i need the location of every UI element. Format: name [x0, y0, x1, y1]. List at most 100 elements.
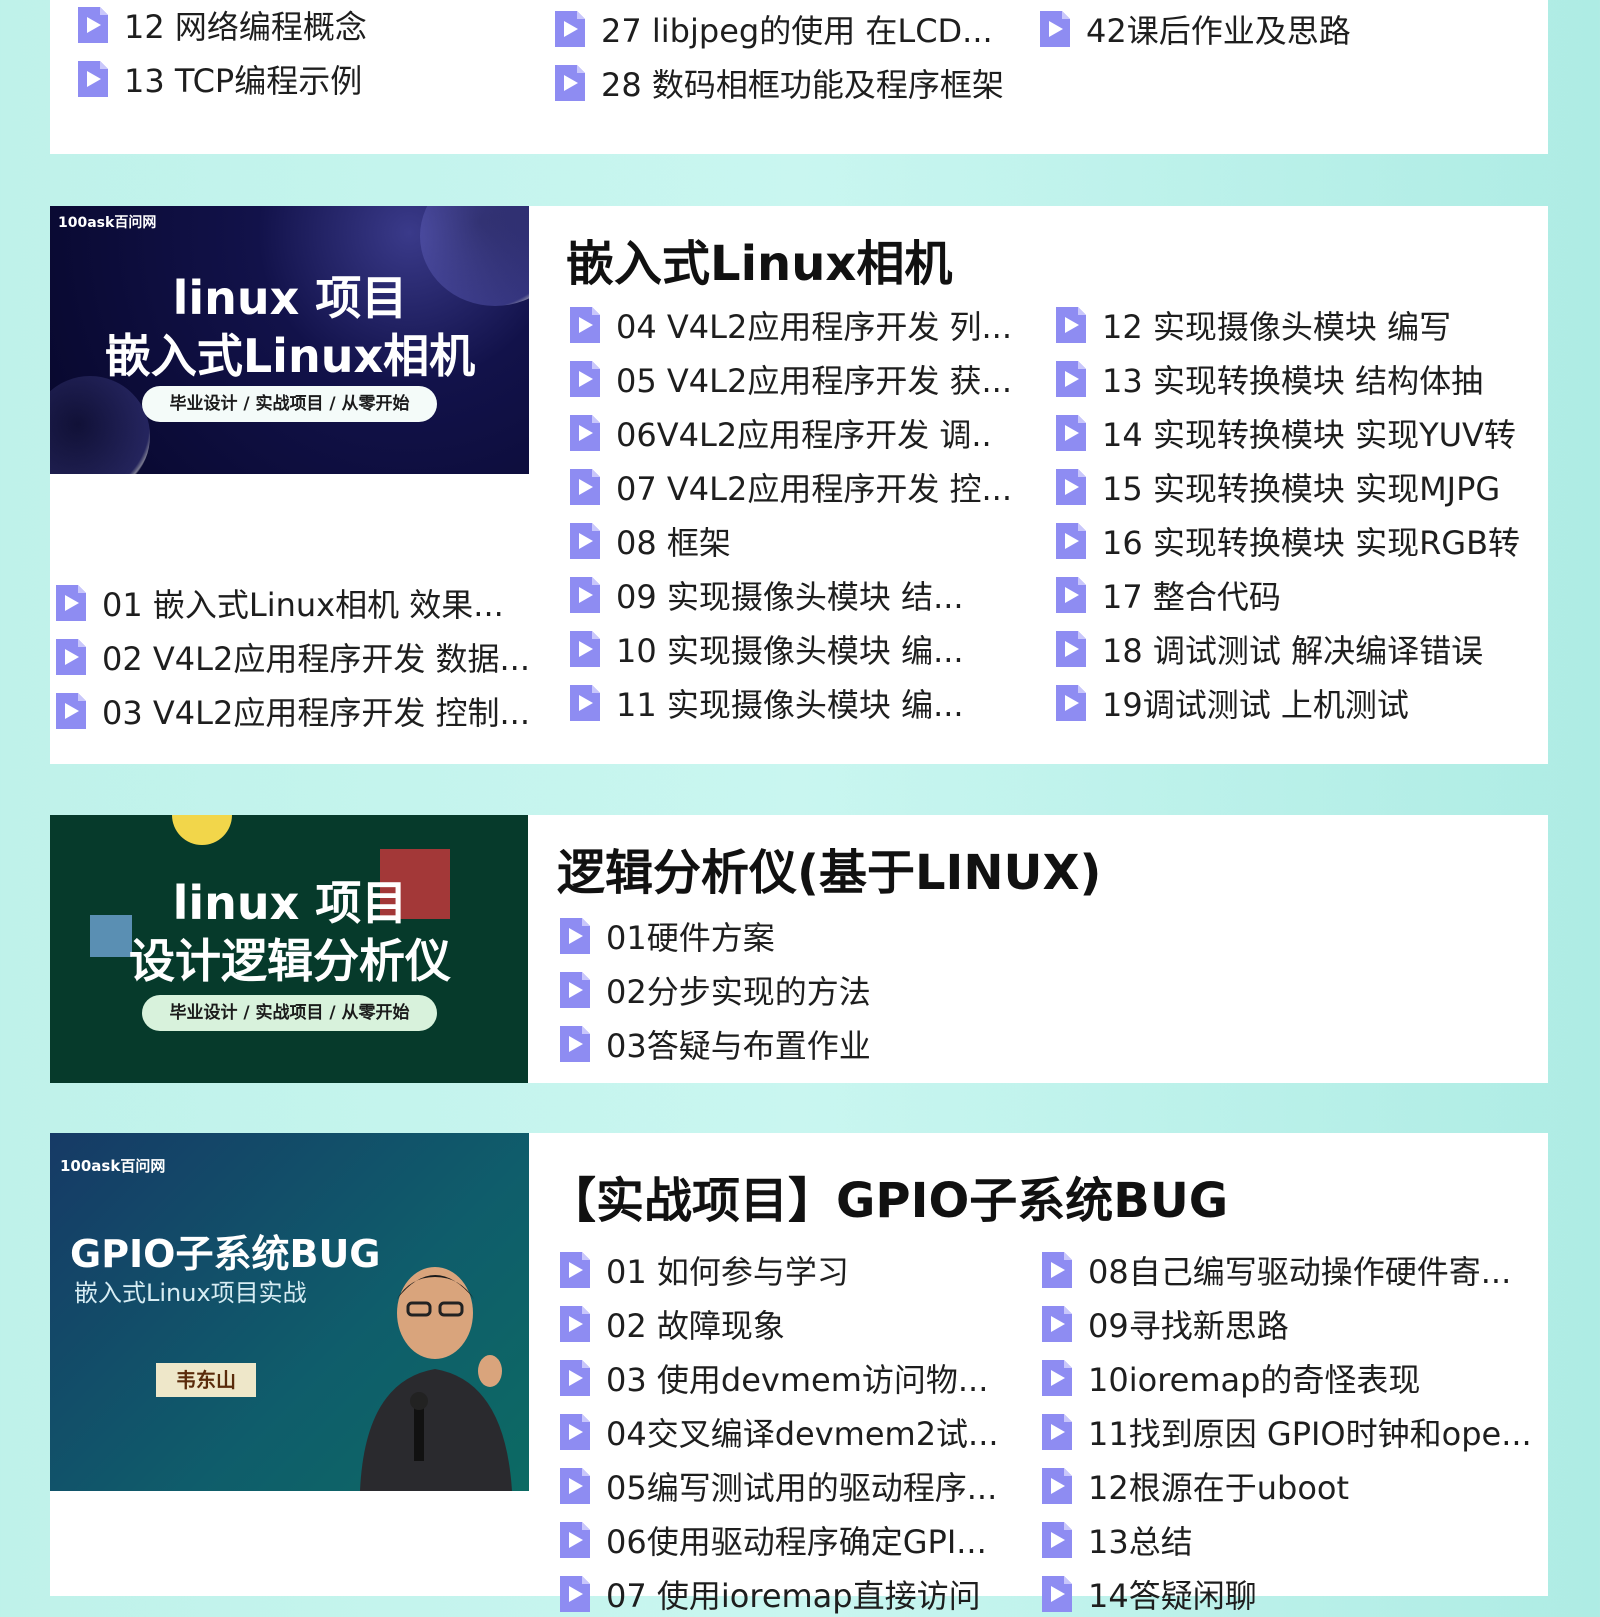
lesson-item[interactable]: 04交叉编译devmem2试...	[558, 1409, 999, 1455]
banner-line1: linux 项目	[172, 876, 408, 930]
lesson-item[interactable]: 12 实现摄像头模块 编写	[1054, 302, 1451, 348]
course-title[interactable]: 【实战项目】GPIO子系统BUG	[548, 1161, 1228, 1231]
name-tag: 韦东山	[156, 1363, 256, 1397]
lesson-item[interactable]: 10 实现摄像头模块 编...	[568, 626, 964, 672]
yellow-circle-decoration	[172, 815, 232, 845]
lesson-item[interactable]: 05编写测试用的驱动程序...	[558, 1463, 997, 1509]
lesson-item[interactable]: 03 V4L2应用程序开发 控制...	[54, 688, 530, 734]
lesson-item[interactable]: 01 嵌入式Linux相机 效果...	[54, 580, 504, 626]
lesson-label: 27 libjpeg的使用 在LCD...	[601, 12, 993, 50]
lesson-item[interactable]: 11 实现摄像头模块 编...	[568, 680, 964, 726]
lesson-label: 10ioremap的奇怪表现	[1088, 1361, 1421, 1399]
lesson-label: 06V4L2应用程序开发 调..	[616, 416, 992, 454]
brand-logo: 100ask百问网	[60, 1157, 166, 1175]
lesson-item[interactable]: 03 使用devmem访问物...	[558, 1355, 988, 1401]
lesson-item[interactable]: 42课后作业及思路	[1038, 6, 1351, 52]
lesson-label: 12 实现摄像头模块 编写	[1102, 308, 1452, 346]
lesson-label: 10 实现摄像头模块 编...	[616, 632, 964, 670]
lesson-item[interactable]: 01硬件方案	[558, 913, 775, 959]
play-icon	[558, 1412, 592, 1452]
lesson-label: 18 调试测试 解决编译错误	[1102, 632, 1484, 670]
play-icon	[1054, 683, 1088, 723]
lesson-item[interactable]: 10ioremap的奇怪表现	[1040, 1355, 1420, 1401]
banner-line1: linux 项目	[172, 271, 408, 325]
lesson-item[interactable]: 09寻找新思路	[1040, 1301, 1289, 1347]
lesson-label: 03 使用devmem访问物...	[606, 1361, 989, 1399]
lesson-item[interactable]: 02 V4L2应用程序开发 数据...	[54, 634, 530, 680]
lesson-item[interactable]: 13总结	[1040, 1517, 1193, 1563]
lesson-item[interactable]: 06使用驱动程序确定GPI...	[558, 1517, 987, 1563]
lesson-label: 04交叉编译devmem2试...	[606, 1415, 999, 1453]
course-title[interactable]: 嵌入式Linux相机	[566, 224, 952, 294]
course-banner[interactable]: 100ask百问网 GPIO子系统BUG 嵌入式Linux项目实战 韦东山	[50, 1133, 529, 1491]
banner-line2: 设计逻辑分析仪	[129, 934, 451, 988]
play-icon	[568, 521, 602, 561]
lesson-label: 09寻找新思路	[1088, 1307, 1289, 1345]
lesson-item[interactable]: 03答疑与布置作业	[558, 1021, 871, 1067]
lesson-label: 11找到原因 GPIO时钟和ope...	[1088, 1415, 1532, 1453]
lesson-label: 14答疑闲聊	[1088, 1577, 1257, 1615]
play-icon	[1040, 1466, 1074, 1506]
lesson-label: 05 V4L2应用程序开发 获...	[616, 362, 1013, 400]
lesson-item[interactable]: 14 实现转换模块 实现YUV转	[1054, 410, 1516, 456]
course-title[interactable]: 逻辑分析仪(基于LINUX)	[557, 833, 1101, 903]
lesson-label: 05编写测试用的驱动程序...	[606, 1469, 998, 1507]
lesson-item[interactable]: 08 框架	[568, 518, 731, 564]
lesson-item[interactable]: 09 实现摄像头模块 结...	[568, 572, 964, 618]
lesson-item[interactable]: 12根源在于uboot	[1040, 1463, 1349, 1509]
gpio-course-card: 100ask百问网 GPIO子系统BUG 嵌入式Linux项目实战 韦东山 【实…	[50, 1133, 1548, 1615]
lesson-item[interactable]: 01 如何参与学习	[558, 1247, 849, 1293]
play-icon	[1040, 1358, 1074, 1398]
banner-line1: GPIO子系统BUG	[70, 1232, 381, 1276]
lesson-item[interactable]: 18 调试测试 解决编译错误	[1054, 626, 1483, 672]
lesson-item[interactable]: 15 实现转换模块 实现MJPG	[1054, 464, 1500, 510]
brand-logo: 100ask百问网	[58, 215, 157, 231]
lesson-item[interactable]: 16 实现转换模块 实现RGB转	[1054, 518, 1520, 564]
course-banner[interactable]: 100ask百问网 linux 项目 嵌入式Linux相机 毕业设计 / 实战项…	[50, 206, 529, 474]
play-icon	[568, 683, 602, 723]
play-icon	[568, 575, 602, 615]
lesson-label: 01 嵌入式Linux相机 效果...	[102, 586, 504, 624]
lesson-item[interactable]: 06V4L2应用程序开发 调..	[568, 410, 992, 456]
lesson-item[interactable]: 12 网络编程概念	[76, 2, 367, 48]
lesson-label: 08自己编写驱动操作硬件寄...	[1088, 1253, 1512, 1291]
lesson-label: 15 实现转换模块 实现MJPG	[1102, 470, 1501, 508]
lesson-label: 08 框架	[616, 524, 731, 562]
lesson-label: 12 网络编程概念	[124, 8, 367, 46]
lesson-item[interactable]: 02分步实现的方法	[558, 967, 871, 1013]
lesson-label: 07 使用ioremap直接访问	[606, 1577, 981, 1615]
lesson-item[interactable]: 17 整合代码	[1054, 572, 1281, 618]
lesson-item[interactable]: 08自己编写驱动操作硬件寄...	[1040, 1247, 1511, 1293]
lesson-label: 01硬件方案	[606, 919, 775, 957]
lesson-label: 09 实现摄像头模块 结...	[616, 578, 964, 616]
lesson-label: 14 实现转换模块 实现YUV转	[1102, 416, 1516, 454]
course-banner[interactable]: linux 项目 设计逻辑分析仪 毕业设计 / 实战项目 / 从零开始	[50, 815, 528, 1083]
lesson-label: 13 实现转换模块 结构体抽	[1102, 362, 1484, 400]
play-icon	[558, 916, 592, 956]
lesson-item[interactable]: 27 libjpeg的使用 在LCD...	[553, 6, 993, 52]
lesson-item[interactable]: 05 V4L2应用程序开发 获...	[568, 356, 1012, 402]
lesson-item[interactable]: 13 实现转换模块 结构体抽	[1054, 356, 1483, 402]
lesson-item[interactable]: 13 TCP编程示例	[76, 56, 362, 102]
lesson-item[interactable]: 14答疑闲聊	[1040, 1571, 1257, 1617]
lesson-label: 19调试测试 上机测试	[1102, 686, 1409, 724]
play-icon	[1054, 413, 1088, 453]
lesson-item[interactable]: 19调试测试 上机测试	[1054, 680, 1409, 726]
lesson-label: 06使用驱动程序确定GPI...	[606, 1523, 987, 1561]
lesson-item[interactable]: 28 数码相框功能及程序框架	[553, 60, 1004, 106]
lesson-item[interactable]: 11找到原因 GPIO时钟和ope...	[1040, 1409, 1532, 1455]
play-icon	[76, 5, 110, 45]
lesson-label: 13 TCP编程示例	[124, 62, 363, 100]
play-icon	[568, 359, 602, 399]
lesson-item[interactable]: 02 故障现象	[558, 1301, 785, 1347]
lesson-item[interactable]: 07 使用ioremap直接访问	[558, 1571, 981, 1617]
play-icon	[553, 9, 587, 49]
lesson-item[interactable]: 04 V4L2应用程序开发 列...	[568, 302, 1012, 348]
lesson-item[interactable]: 07 V4L2应用程序开发 控...	[568, 464, 1012, 510]
lesson-label: 16 实现转换模块 实现RGB转	[1102, 524, 1521, 562]
play-icon	[553, 63, 587, 103]
play-icon	[1040, 1304, 1074, 1344]
bubble-decoration	[50, 376, 150, 474]
logic-course-card: linux 项目 设计逻辑分析仪 毕业设计 / 实战项目 / 从零开始 逻辑分析…	[50, 815, 1548, 1083]
play-icon	[1054, 521, 1088, 561]
